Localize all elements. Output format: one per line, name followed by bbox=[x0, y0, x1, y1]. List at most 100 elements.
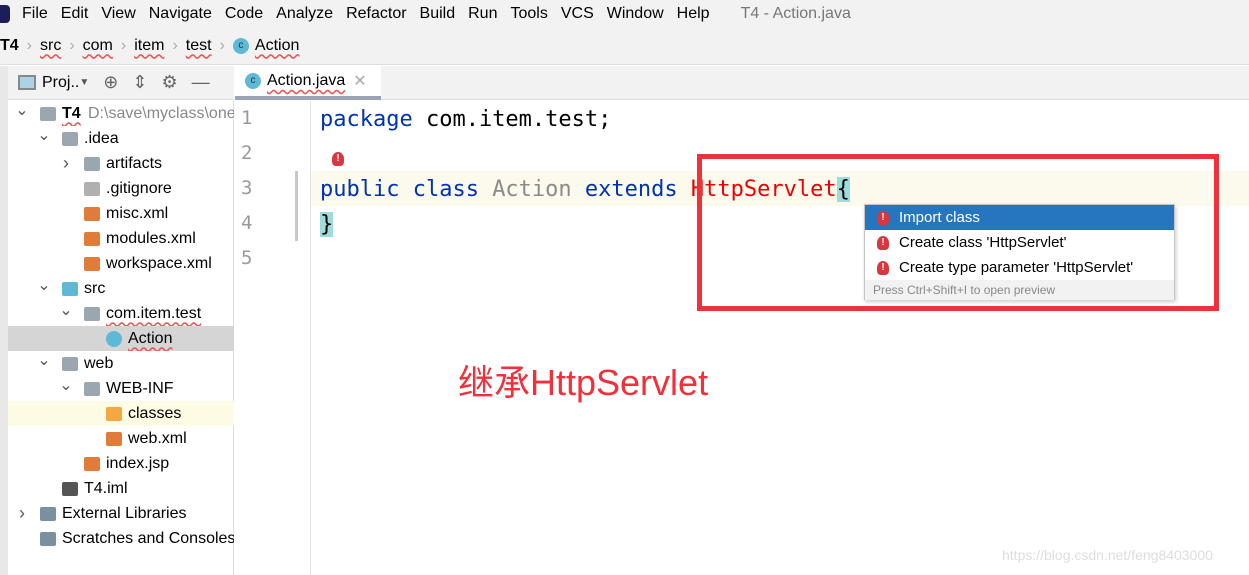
tree-item-label: web.xml bbox=[128, 429, 187, 447]
tree-item-label: modules.xml bbox=[106, 229, 196, 247]
tree-item-label: Action bbox=[128, 329, 173, 347]
tab-action-java[interactable]: c Action.java ✕ bbox=[235, 66, 381, 100]
menu-view[interactable]: View bbox=[101, 5, 135, 23]
breadcrumb-item[interactable]: src bbox=[40, 37, 61, 55]
tree-item[interactable]: ⌄ web bbox=[8, 351, 234, 376]
project-path: D:\save\myclass\one bbox=[88, 104, 234, 122]
folder-icon bbox=[84, 156, 100, 171]
class-icon bbox=[106, 330, 122, 347]
xml-icon bbox=[84, 231, 100, 246]
tree-item[interactable]: › External Libraries bbox=[8, 501, 234, 526]
chevron-right-icon[interactable]: › bbox=[59, 153, 73, 174]
fold-marker bbox=[295, 171, 298, 241]
tree-item[interactable]: workspace.xml bbox=[8, 251, 234, 276]
libraries-icon bbox=[40, 506, 56, 521]
minimize-icon[interactable]: — bbox=[192, 72, 210, 93]
folder-icon bbox=[106, 406, 122, 421]
popup-item-import-class[interactable]: ! Import class bbox=[865, 205, 1174, 230]
chevron-down-icon[interactable]: ⌄ bbox=[37, 126, 51, 145]
tree-item[interactable]: Action bbox=[8, 326, 234, 351]
chevron-down-icon[interactable]: ⌄ bbox=[37, 276, 51, 295]
menu-refactor[interactable]: Refactor bbox=[346, 5, 406, 23]
tree-item-label: WEB-INF bbox=[106, 379, 174, 397]
tree-item[interactable]: index.jsp bbox=[8, 451, 234, 476]
collapse-icon[interactable]: ⇕ bbox=[132, 72, 147, 93]
popup-hint: Press Ctrl+Shift+I to open preview bbox=[865, 280, 1174, 300]
tree-item[interactable]: ⌄ T4 D:\save\myclass\one bbox=[8, 101, 234, 126]
error-bulb-icon: ! bbox=[877, 235, 889, 250]
menubar: File Edit View Navigate Code Analyze Refactor B… bbox=[0, 0, 1249, 27]
tree-item-label: .gitignore bbox=[106, 179, 172, 197]
tree-item[interactable]: ⌄ .idea bbox=[8, 126, 234, 151]
chevron-right-icon: › bbox=[219, 36, 225, 54]
tree-item-label: workspace.xml bbox=[106, 254, 212, 272]
menu-analyze[interactable]: Analyze bbox=[276, 5, 333, 23]
tree-item[interactable]: Scratches and Consoles bbox=[8, 526, 234, 551]
menu-build[interactable]: Build bbox=[420, 5, 456, 23]
tree-item-label: src bbox=[84, 279, 106, 297]
tree-item-label: Scratches and Consoles bbox=[62, 529, 234, 547]
tree-item[interactable]: .gitignore bbox=[8, 176, 234, 201]
menu-edit[interactable]: Edit bbox=[61, 5, 89, 23]
tree-item[interactable]: modules.xml bbox=[8, 226, 234, 251]
class-icon: c bbox=[245, 73, 261, 89]
project-view-dropdown[interactable]: Proj.. ▼ bbox=[18, 74, 89, 92]
iml-icon bbox=[62, 481, 78, 496]
module-folder-icon bbox=[40, 106, 56, 121]
menu-code[interactable]: Code bbox=[225, 5, 263, 23]
breadcrumb-item[interactable]: test bbox=[186, 37, 212, 55]
chevron-down-icon[interactable]: ⌄ bbox=[37, 351, 51, 370]
popup-item-create-type-parameter[interactable]: ! Create type parameter 'HttpServlet' bbox=[865, 255, 1174, 280]
tree-item-label: T4.iml bbox=[84, 479, 128, 497]
scratches-icon bbox=[40, 531, 56, 546]
tree-item[interactable]: › artifacts bbox=[8, 151, 234, 176]
popup-item-create-class[interactable]: ! Create class 'HttpServlet' bbox=[865, 230, 1174, 255]
tree-item-label: index.jsp bbox=[106, 454, 170, 472]
package-icon bbox=[84, 306, 100, 321]
jsp-icon bbox=[84, 456, 100, 471]
locate-icon[interactable]: ⊕ bbox=[103, 72, 118, 93]
chevron-right-icon[interactable]: › bbox=[15, 503, 29, 524]
chevron-right-icon: › bbox=[69, 36, 75, 54]
tree-item[interactable]: misc.xml bbox=[8, 201, 234, 226]
breadcrumb-item[interactable]: T4 bbox=[0, 37, 19, 55]
window-title: T4 - Action.java bbox=[740, 4, 851, 22]
tree-item[interactable]: ⌄ com.item.test bbox=[8, 301, 234, 326]
tool-window-strip bbox=[0, 66, 8, 575]
menu-tools[interactable]: Tools bbox=[510, 5, 547, 23]
chevron-down-icon[interactable]: ⌄ bbox=[59, 376, 73, 395]
tree-item[interactable]: ⌄ src bbox=[8, 276, 234, 301]
intention-popup: ! Import class ! Create class 'HttpServlet… bbox=[864, 204, 1175, 300]
xml-icon bbox=[106, 431, 122, 446]
chevron-down-icon[interactable]: ⌄ bbox=[59, 301, 73, 320]
breadcrumb-item[interactable]: item bbox=[134, 37, 164, 55]
tree-item-label: artifacts bbox=[106, 154, 163, 172]
menu-window[interactable]: Window bbox=[607, 5, 664, 23]
error-bulb-icon: ! bbox=[877, 260, 889, 275]
tree-item[interactable]: ⌄ WEB-INF bbox=[8, 376, 234, 401]
tree-item[interactable]: classes bbox=[8, 401, 234, 426]
file-icon bbox=[84, 181, 100, 196]
tree-item-label: T4 bbox=[62, 104, 81, 122]
tree-item-label: com.item.test bbox=[106, 304, 202, 322]
close-icon[interactable]: ✕ bbox=[353, 71, 366, 91]
chevron-down-icon[interactable]: ⌄ bbox=[15, 101, 29, 120]
web-folder-icon bbox=[62, 356, 78, 371]
breadcrumb-item[interactable]: Action bbox=[255, 37, 299, 55]
menu-help[interactable]: Help bbox=[677, 5, 710, 23]
error-bulb-icon[interactable]: ! bbox=[332, 152, 344, 166]
tree-item[interactable]: T4.iml bbox=[8, 476, 234, 501]
tree-item-label: web bbox=[84, 354, 114, 372]
menu-run[interactable]: Run bbox=[468, 5, 497, 23]
project-icon bbox=[18, 75, 36, 90]
tree-item-label: classes bbox=[128, 404, 182, 422]
chevron-right-icon: › bbox=[120, 36, 127, 54]
menu-navigate[interactable]: Navigate bbox=[149, 5, 212, 23]
gear-icon[interactable]: ⚙ bbox=[161, 72, 177, 93]
breadcrumb-item[interactable]: com bbox=[83, 37, 113, 55]
editor-tabs: c Action.java ✕ bbox=[235, 66, 1249, 100]
menu-file[interactable]: File bbox=[22, 5, 48, 23]
tree-item-label: misc.xml bbox=[106, 204, 169, 222]
tree-item[interactable]: web.xml bbox=[8, 426, 234, 451]
menu-vcs[interactable]: VCS bbox=[561, 5, 594, 23]
